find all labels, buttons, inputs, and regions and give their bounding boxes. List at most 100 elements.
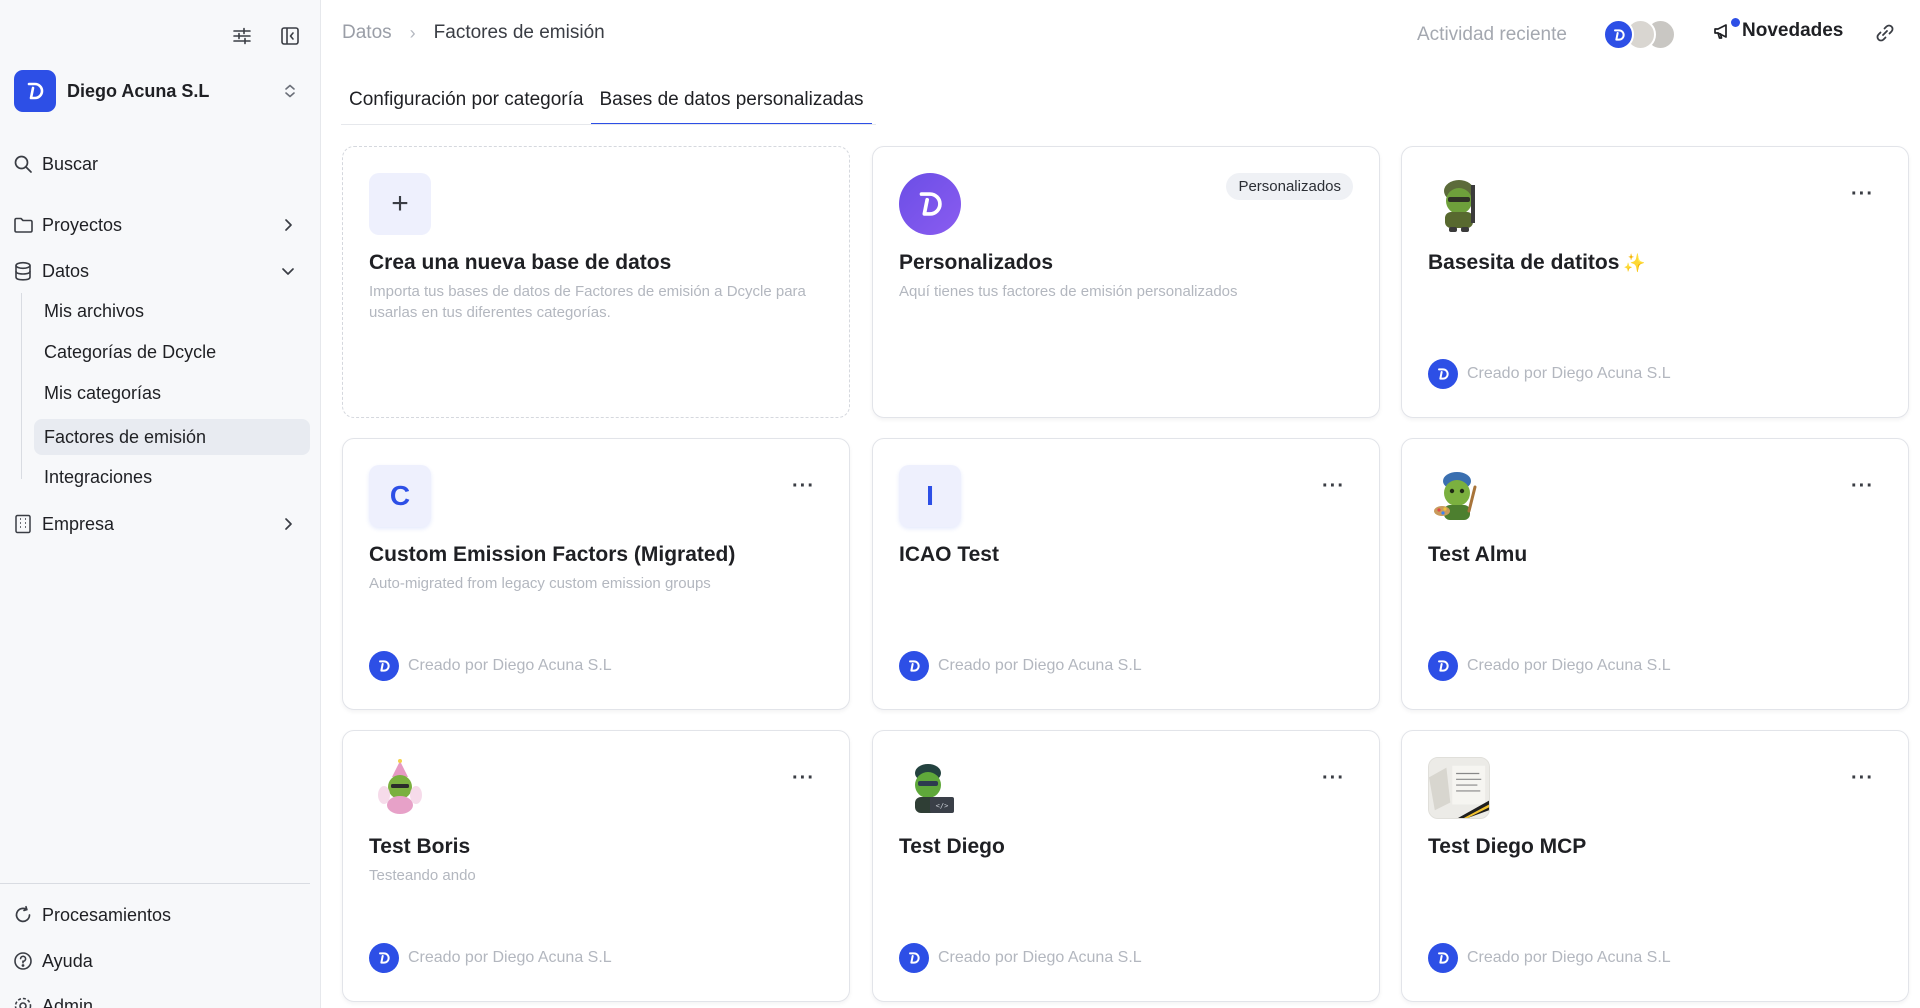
dcycle-logo-icon <box>14 70 56 112</box>
sidebar-subitem-factores-emision[interactable]: Factores de emisión <box>34 419 310 455</box>
coder-avatar-icon: </> <box>899 757 961 819</box>
chevron-right-icon <box>285 518 292 530</box>
created-by-text: Creado por Diego Acuna S.L <box>408 949 612 966</box>
card-title: ICAO Test <box>899 543 999 566</box>
tab-bases-datos-personalizadas[interactable]: Bases de datos personalizadas <box>591 86 872 125</box>
sidebar-subitem-label: Integraciones <box>44 466 153 487</box>
org-name: Diego Acuna S.L <box>67 80 210 101</box>
sidebar-item-procesamientos[interactable]: Procesamientos <box>12 897 302 933</box>
dcycle-logo-icon <box>899 651 929 681</box>
breadcrumb-root[interactable]: Datos <box>342 22 392 44</box>
database-card[interactable]: </> ··· Test Diego Creado por Diego Acun… <box>872 730 1380 1002</box>
tabs-underline <box>341 124 876 125</box>
recent-activity-link[interactable]: Actividad reciente <box>1417 24 1567 46</box>
database-card[interactable]: ··· Test Boris Testeando ando Creado por… <box>342 730 850 1002</box>
dcycle-logo-icon <box>1428 943 1458 973</box>
card-description: Auto-migrated from legacy custom emissio… <box>369 575 711 592</box>
category-badge: Personalizados <box>1226 173 1353 200</box>
fairy-avatar-icon <box>369 757 431 819</box>
sidebar-item-label: Empresa <box>42 513 115 534</box>
dcycle-logo-icon <box>1428 651 1458 681</box>
sidebar-subitem-mis-archivos[interactable]: Mis archivos <box>34 293 310 329</box>
sidebar-item-label: Datos <box>42 260 90 281</box>
more-options-icon[interactable]: ··· <box>1322 768 1345 788</box>
sidebar-subitem-label: Categorías de Dcycle <box>44 341 217 362</box>
card-title: Test Diego <box>899 835 1005 858</box>
dcycle-logo-icon <box>899 173 961 235</box>
sidebar-subitem-mis-categorias[interactable]: Mis categorías <box>34 375 310 411</box>
sidebar-item-empresa[interactable]: Empresa <box>12 506 302 542</box>
dcycle-logo-icon <box>369 943 399 973</box>
news-label: Novedades <box>1742 20 1844 41</box>
refresh-icon <box>12 904 34 926</box>
letter-avatar: C <box>369 465 431 527</box>
soldier-avatar-icon <box>1428 173 1490 235</box>
org-switcher[interactable]: Diego Acuna S.L <box>14 70 300 112</box>
sidebar-item-label: Procesamientos <box>42 904 172 925</box>
card-footer: Creado por Diego Acuna S.L <box>899 651 1142 681</box>
more-options-icon[interactable]: ··· <box>792 476 815 496</box>
created-by-text: Creado por Diego Acuna S.L <box>408 657 612 674</box>
sidebar-divider <box>0 883 310 884</box>
sidebar-item-proyectos[interactable]: Proyectos <box>12 207 302 243</box>
breadcrumb-current: Factores de emisión <box>433 22 605 43</box>
sparkles-icon: ✨ <box>1623 253 1646 273</box>
database-card[interactable]: ··· Test Almu Creado por Diego Acuna S.L <box>1401 438 1909 710</box>
card-title: Test Almu <box>1428 543 1528 566</box>
created-by-text: Creado por Diego Acuna S.L <box>1467 657 1671 674</box>
new-database-card[interactable]: + Crea una nueva base de datos Importa t… <box>342 146 850 418</box>
sliders-icon[interactable] <box>230 24 254 48</box>
database-card-personalizados[interactable]: Personalizados Personalizados Aquí tiene… <box>872 146 1380 418</box>
card-title: Test Diego MCP <box>1428 835 1587 858</box>
chevron-down-icon <box>282 268 294 275</box>
chevron-right-icon <box>285 219 292 231</box>
sidebar-subitem-integraciones[interactable]: Integraciones <box>34 459 310 495</box>
user-avatars[interactable] <box>1603 19 1683 51</box>
database-card[interactable]: ··· Test Diego MCP Creado por Diego Acun… <box>1401 730 1909 1002</box>
sidebar-item-ayuda[interactable]: Ayuda <box>12 943 302 979</box>
card-description: Aquí tienes tus factores de emisión pers… <box>899 283 1238 300</box>
created-by-text: Creado por Diego Acuna S.L <box>938 657 1142 674</box>
news-button[interactable]: Novedades <box>1712 18 1844 42</box>
building-icon <box>12 513 34 535</box>
card-footer: Creado por Diego Acuna S.L <box>1428 943 1671 973</box>
collapse-sidebar-icon[interactable] <box>278 24 302 48</box>
document-photo-icon <box>1428 757 1490 819</box>
more-options-icon[interactable]: ··· <box>1851 184 1874 204</box>
card-title: Custom Emission Factors (Migrated) <box>369 543 736 566</box>
megaphone-icon <box>1712 18 1740 42</box>
dcycle-logo-icon <box>899 943 929 973</box>
card-title: Basesita de datitos ✨ <box>1428 251 1646 274</box>
card-footer: Creado por Diego Acuna S.L <box>1428 651 1671 681</box>
plus-icon[interactable]: + <box>369 173 431 235</box>
card-title: Crea una nueva base de datos <box>369 251 672 274</box>
link-icon[interactable] <box>1874 22 1896 49</box>
database-card[interactable]: ··· Basesita de datitos ✨ Creado por Dieg… <box>1401 146 1909 418</box>
card-title: Test Boris <box>369 835 471 858</box>
database-icon <box>12 260 34 282</box>
sidebar-item-admin[interactable]: Admin <box>12 988 302 1008</box>
help-circle-icon <box>12 950 34 972</box>
sidebar-item-search[interactable]: Buscar <box>12 146 302 182</box>
more-options-icon[interactable]: ··· <box>1851 768 1874 788</box>
sidebar-item-datos[interactable]: Datos <box>12 253 302 289</box>
more-options-icon[interactable]: ··· <box>1851 476 1874 496</box>
created-by-text: Creado por Diego Acuna S.L <box>938 949 1142 966</box>
sidebar-item-label: Ayuda <box>42 950 93 971</box>
tab-configuracion-categoria[interactable]: Configuración por categoría <box>341 86 591 125</box>
database-card[interactable]: I ··· ICAO Test Creado por Diego Acuna S… <box>872 438 1380 710</box>
database-card[interactable]: C ··· Custom Emission Factors (Migrated)… <box>342 438 850 710</box>
card-footer: Creado por Diego Acuna S.L <box>369 651 612 681</box>
more-options-icon[interactable]: ··· <box>792 768 815 788</box>
sidebar-subitem-label: Mis archivos <box>44 300 145 321</box>
painter-avatar-icon <box>1428 465 1490 527</box>
card-description: Importa tus bases de datos de Factores d… <box>369 283 806 321</box>
more-options-icon[interactable]: ··· <box>1322 476 1345 496</box>
sidebar-toolbar <box>230 24 302 48</box>
dcycle-logo-icon <box>369 651 399 681</box>
tab-bar: Configuración por categoría Bases de dat… <box>341 86 872 125</box>
sidebar-subitem-categorias-dcycle[interactable]: Categorías de Dcycle <box>34 334 310 370</box>
gear-icon <box>12 995 34 1008</box>
created-by-text: Creado por Diego Acuna S.L <box>1467 949 1671 966</box>
sidebar-item-label: Proyectos <box>42 214 123 235</box>
